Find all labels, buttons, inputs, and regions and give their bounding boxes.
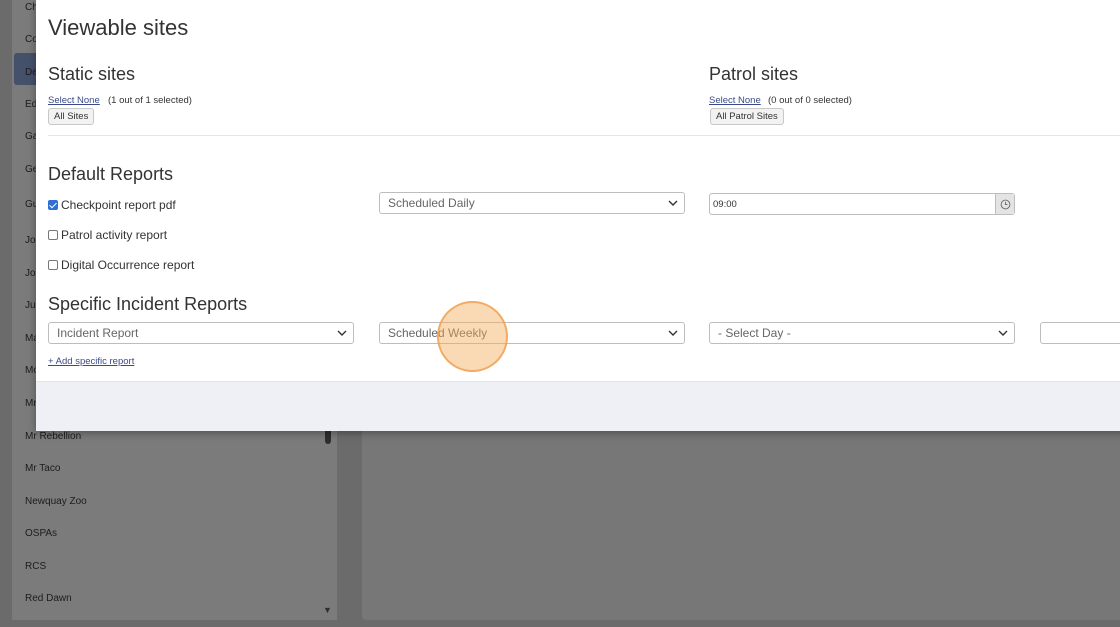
select-day-value: - Select Day -	[718, 326, 791, 340]
background-sidebar-item[interactable]: RCS	[25, 561, 46, 572]
background-main-panel	[362, 420, 1120, 620]
incident-schedule-select[interactable]: Scheduled Weekly	[379, 322, 685, 344]
static-sites-count: (1 out of 1 selected)	[108, 95, 192, 106]
chevron-down-icon	[668, 330, 678, 336]
static-sites-heading: Static sites	[48, 64, 136, 84]
default-time-input[interactable]: 09:00	[709, 193, 1015, 215]
select-day-select[interactable]: - Select Day -	[709, 322, 1015, 344]
incident-schedule-value: Scheduled Weekly	[388, 326, 488, 340]
report-settings-modal: Viewable sites Static sites Select None …	[36, 0, 1120, 431]
default-time-value: 09:00	[713, 199, 737, 210]
patrol-activity-report-label: Patrol activity report	[61, 228, 168, 242]
default-reports-heading: Default Reports	[48, 164, 174, 184]
incident-report-type-select[interactable]: Incident Report	[48, 322, 354, 344]
modal-title: Viewable sites	[48, 15, 189, 40]
incident-report-type-value: Incident Report	[57, 326, 139, 340]
checkpoint-report-option[interactable]: Checkpoint report pdf	[48, 198, 176, 212]
modal-footer	[36, 381, 1120, 431]
chevron-down-icon	[337, 330, 347, 336]
background-sidebar-item[interactable]: Jo	[25, 235, 36, 246]
incident-time-input[interactable]	[1040, 322, 1120, 344]
default-schedule-value: Scheduled Daily	[388, 196, 475, 210]
background-sidebar-item[interactable]: Jo	[25, 268, 36, 279]
section-divider	[48, 135, 1120, 136]
clock-icon[interactable]	[995, 194, 1014, 214]
chevron-down-icon	[668, 200, 678, 206]
digital-occurrence-report-label: Digital Occurrence report	[61, 258, 195, 272]
default-schedule-select[interactable]: Scheduled Daily	[379, 192, 685, 214]
background-sidebar-item[interactable]: Mr Rebellion	[25, 431, 81, 442]
patrol-sites-heading: Patrol sites	[709, 64, 799, 84]
patrol-activity-report-option[interactable]: Patrol activity report	[48, 228, 167, 242]
checkpoint-report-checkbox[interactable]	[48, 200, 58, 210]
background-sidebar-item[interactable]: OSPAs	[25, 528, 57, 539]
digital-occurrence-report-checkbox[interactable]	[48, 260, 58, 270]
all-patrol-sites-chip[interactable]: All Patrol Sites	[710, 108, 784, 125]
chevron-down-icon	[998, 330, 1008, 336]
patrol-sites-count: (0 out of 0 selected)	[768, 95, 852, 106]
background-sidebar-item[interactable]: Mr	[25, 398, 37, 409]
all-sites-chip[interactable]: All Sites	[48, 108, 95, 125]
background-sidebar-item[interactable]: Ju	[25, 300, 36, 311]
background-sidebar-item[interactable]: Newquay Zoo	[25, 496, 87, 507]
static-select-none-link[interactable]: Select None	[48, 95, 100, 106]
patrol-activity-report-checkbox[interactable]	[48, 230, 58, 240]
background-sidebar-item[interactable]: Mr Taco	[25, 463, 60, 474]
scroll-down-arrow-icon[interactable]: ▼	[323, 605, 332, 615]
background-sidebar-item[interactable]: Red Dawn	[25, 593, 72, 604]
add-specific-report-link[interactable]: + Add specific report	[48, 356, 134, 367]
checkpoint-report-label: Checkpoint report pdf	[61, 198, 176, 212]
patrol-select-none-link[interactable]: Select None	[709, 95, 761, 106]
specific-incident-reports-heading: Specific Incident Reports	[48, 294, 248, 314]
digital-occurrence-report-option[interactable]: Digital Occurrence report	[48, 258, 194, 272]
